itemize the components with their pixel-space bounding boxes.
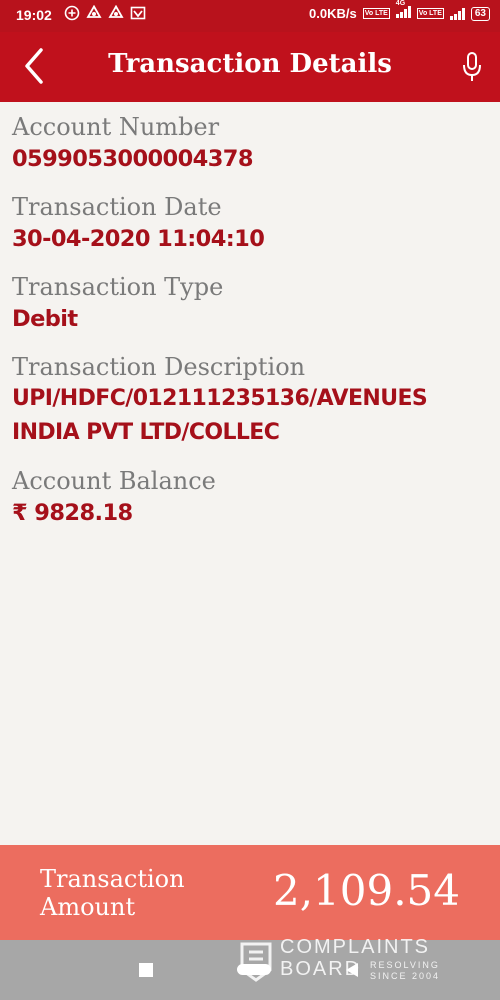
page-title: Transaction Details <box>108 49 392 79</box>
mail-check-icon <box>130 6 146 20</box>
transaction-amount-bar: Transaction Amount 2,109.54 <box>0 845 500 940</box>
sync-icon <box>108 5 124 18</box>
transaction-description-label: Transaction Description <box>12 353 306 381</box>
account-balance-label: Account Balance <box>12 467 216 495</box>
sync-icon <box>86 5 102 18</box>
status-right: 0.0KB/s Vo LTE 4G Vo LTE 63 <box>309 0 490 21</box>
net-speed: 0.0KB/s <box>309 6 357 21</box>
signal-icon: 4G <box>395 0 411 21</box>
battery-icon: 63 <box>470 6 490 21</box>
volte-badge-2: Vo LTE <box>416 8 444 19</box>
account-number-label: Account Number <box>12 113 220 141</box>
recents-button[interactable] <box>139 963 153 977</box>
transaction-description-value: UPI/HDFC/012111235136/AVENUES INDIA PVT … <box>12 382 488 450</box>
signal-icon-2 <box>449 7 465 20</box>
transaction-date-value: 30-04-2020 11:04:10 <box>12 226 265 252</box>
network-type: 4G <box>395 0 406 7</box>
transaction-amount-label: Transaction Amount <box>40 865 185 921</box>
watermark: COMPLAINTS BOARD RESOLVING SINCE 2004 <box>238 936 478 992</box>
account-number-value: 0599053000004378 <box>12 146 253 172</box>
transaction-type-label: Transaction Type <box>12 273 224 301</box>
complaints-board-logo-icon <box>240 942 272 982</box>
transaction-amount-value: 2,109.54 <box>272 866 460 915</box>
location-plus-icon <box>64 5 80 21</box>
watermark-line-2: BOARD <box>280 958 362 980</box>
microphone-icon[interactable] <box>458 50 486 84</box>
description-line-1: UPI/HDFC/012111235136/AVENUES <box>12 386 428 411</box>
app-bar: Transaction Details <box>0 32 500 102</box>
description-line-2: INDIA PVT LTD/COLLEC <box>12 420 280 445</box>
volte-badge: Vo LTE <box>362 8 390 19</box>
watermark-tagline: RESOLVING SINCE 2004 <box>370 960 441 981</box>
account-balance-value: ₹ 9828.18 <box>12 500 133 526</box>
transaction-details: Account Number 0599053000004378 Transact… <box>12 112 488 546</box>
status-bar: 19:02 0.0KB/s Vo LTE 4G Vo LTE 63 <box>0 0 500 32</box>
status-time: 19:02 <box>16 7 52 23</box>
transaction-type-value: Debit <box>12 306 78 332</box>
notification-icons <box>64 5 146 21</box>
watermark-line-1: COMPLAINTS <box>280 936 431 958</box>
transaction-date-label: Transaction Date <box>12 193 222 221</box>
